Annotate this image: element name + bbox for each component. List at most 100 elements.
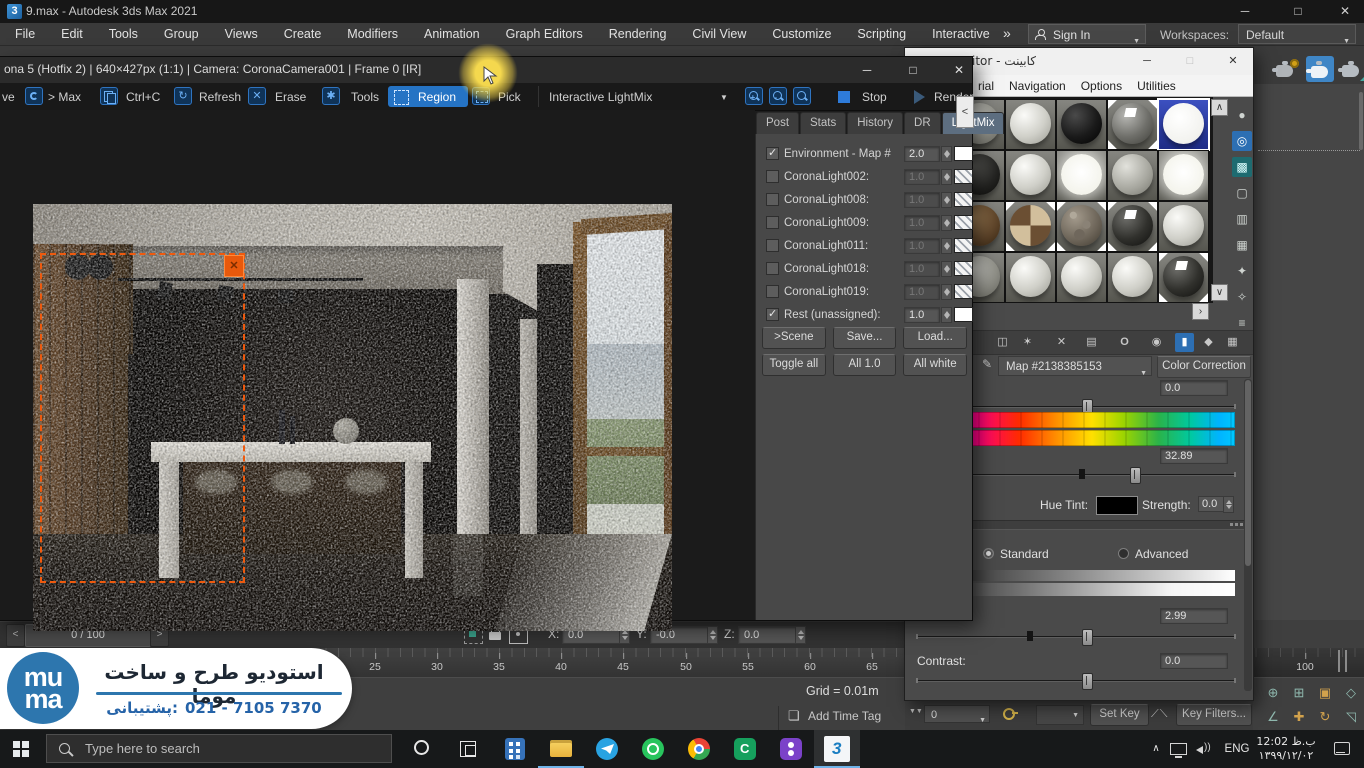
region-zoom-icon[interactable]: ∠ xyxy=(1262,706,1284,728)
close-button[interactable]: ✕ xyxy=(942,59,976,81)
select-by-material-icon[interactable]: ✧ xyxy=(1232,287,1252,307)
lightmix-spinner[interactable] xyxy=(941,261,952,277)
go-to-parent-icon[interactable]: ◆ xyxy=(1199,333,1218,352)
brightness-slider[interactable] xyxy=(917,636,1235,637)
notification-center-icon[interactable] xyxy=(1334,742,1350,755)
lightmix-intensity-field[interactable]: 2.0 xyxy=(904,146,940,162)
lightmix-button[interactable]: All white xyxy=(903,354,967,376)
y-spinner[interactable] xyxy=(707,626,718,644)
zoom-region-icon[interactable] xyxy=(793,87,811,105)
maximize-button[interactable]: □ xyxy=(896,59,930,81)
network-icon[interactable] xyxy=(1170,743,1187,755)
material-sample-slot[interactable] xyxy=(1057,100,1106,149)
close-button[interactable]: ✕ xyxy=(1216,50,1250,72)
material-sample-slot[interactable] xyxy=(1159,253,1208,302)
lightmix-color-swatch[interactable] xyxy=(954,307,973,322)
lightmix-checkbox[interactable] xyxy=(766,262,779,275)
copy-icon[interactable] xyxy=(100,87,118,105)
lightmix-checkbox[interactable] xyxy=(766,147,779,160)
material-sample-slot[interactable] xyxy=(1159,202,1208,251)
material-sample-slot[interactable] xyxy=(1108,253,1157,302)
taskbar-app-icon[interactable] xyxy=(400,730,446,768)
current-frame-field[interactable]: 0▼ xyxy=(924,705,990,723)
vfb-tab[interactable]: Stats xyxy=(800,112,846,134)
taskbar-app-icon[interactable] xyxy=(630,730,676,768)
material-sample-slot[interactable] xyxy=(1006,202,1055,251)
material-sample-slot[interactable] xyxy=(1108,151,1157,200)
lightmix-color-swatch[interactable] xyxy=(954,169,973,184)
menu-item[interactable]: Animation xyxy=(411,23,493,46)
slider-handle[interactable] xyxy=(1130,467,1141,484)
lightmix-color-swatch[interactable] xyxy=(954,146,973,161)
z-coordinate-field[interactable]: 0.0 xyxy=(738,626,801,644)
go-forward-to-sibling-icon[interactable]: ▦ xyxy=(1223,333,1242,352)
material-sample-slot[interactable] xyxy=(1108,202,1157,251)
menu-item[interactable]: rial xyxy=(978,79,994,93)
lightmix-checkbox[interactable] xyxy=(766,216,779,229)
vfb-tab[interactable]: Post xyxy=(756,112,799,134)
rollout-scrollbar[interactable] xyxy=(1244,379,1252,691)
backlight-icon[interactable]: ◎ xyxy=(1232,131,1252,151)
taskbar-app-icon[interactable] xyxy=(814,730,860,768)
lightmix-intensity-field[interactable]: 1.0 xyxy=(904,192,940,208)
menu-item[interactable]: Scripting xyxy=(844,23,919,46)
menu-item[interactable]: File xyxy=(2,23,48,46)
material-sample-slot[interactable] xyxy=(1159,151,1208,200)
tools-gear-icon[interactable]: ✱ xyxy=(322,87,340,105)
lightmix-checkbox[interactable] xyxy=(766,193,779,206)
taskbar-app-icon[interactable] xyxy=(538,730,584,768)
lightmix-intensity-field[interactable]: 1.0 xyxy=(904,169,940,185)
options-icon[interactable]: ✦ xyxy=(1232,261,1252,281)
hue-tint-color-swatch[interactable] xyxy=(1096,496,1138,515)
maximize-button[interactable]: □ xyxy=(1173,50,1207,72)
erase-button[interactable]: Erase xyxy=(275,90,306,104)
taskbar-app-icon[interactable] xyxy=(492,730,538,768)
lightmix-intensity-field[interactable]: 1.0 xyxy=(904,307,940,323)
render-setup-teapot-icon[interactable] xyxy=(1272,56,1300,82)
sign-in-button[interactable]: Sign In ▼ xyxy=(1028,24,1146,44)
language-indicator[interactable]: ENG xyxy=(1222,730,1252,768)
material-sample-slot[interactable] xyxy=(1057,253,1106,302)
lightmix-intensity-field[interactable]: 1.0 xyxy=(904,284,940,300)
saturation-field[interactable]: 32.89 xyxy=(1160,448,1228,464)
maximize-button[interactable]: □ xyxy=(1283,1,1313,21)
refresh-icon[interactable]: ↻ xyxy=(174,87,192,105)
material-id-channel-icon[interactable]: O xyxy=(1115,333,1134,352)
key-tangent-icons[interactable]: ⟋⟍ xyxy=(1151,708,1168,721)
zoom-all-icon[interactable]: ⊞ xyxy=(1288,682,1310,704)
sample-uv-tiling-icon[interactable]: ▢ xyxy=(1232,183,1252,203)
key-mode-dropdown[interactable]: ▼ xyxy=(1036,705,1084,725)
zoom-extents-icon[interactable]: ▣ xyxy=(1314,682,1336,704)
maximize-viewport-icon[interactable]: ◹ xyxy=(1340,706,1362,728)
zoom-out-icon[interactable]: - xyxy=(769,87,787,105)
copy-button[interactable]: Ctrl+C xyxy=(126,90,160,104)
lightmix-button[interactable]: >Scene xyxy=(762,327,826,349)
menu-item[interactable]: Tools xyxy=(96,23,151,46)
corona-logo-icon[interactable] xyxy=(25,87,43,105)
lightmix-color-swatch[interactable] xyxy=(954,215,973,230)
workspaces-dropdown[interactable]: Default ▼ xyxy=(1238,24,1356,44)
lightmix-button[interactable]: Load... xyxy=(903,327,967,349)
tools-button[interactable]: Tools xyxy=(351,90,379,104)
save-button[interactable]: ve xyxy=(2,90,15,104)
taskbar-app-icon[interactable] xyxy=(584,730,630,768)
erase-icon[interactable]: ✕ xyxy=(248,87,266,105)
lightmix-spinner[interactable] xyxy=(941,215,952,231)
material-sample-slot[interactable] xyxy=(1057,151,1106,200)
show-background-icon[interactable]: ◉ xyxy=(1147,333,1166,352)
menu-item[interactable]: Interactive xyxy=(919,23,1003,46)
material-sample-slot[interactable] xyxy=(1108,100,1157,149)
lightmix-button[interactable]: Toggle all xyxy=(762,354,826,376)
menu-item[interactable]: Create xyxy=(271,23,335,46)
slots-scroll-left-button[interactable]: < xyxy=(956,96,974,128)
slots-scroll-down-button[interactable]: ∨ xyxy=(1211,284,1228,301)
stop-button[interactable]: Stop xyxy=(862,90,887,104)
vfb-tab[interactable]: DR xyxy=(904,112,941,134)
menu-item[interactable]: Civil View xyxy=(679,23,759,46)
pick-material-eyedropper-icon[interactable]: ✎ xyxy=(982,357,992,371)
field-of-view-icon[interactable]: ◇ xyxy=(1340,682,1362,704)
taskbar-app-icon[interactable] xyxy=(446,730,492,768)
lightmix-spinner[interactable] xyxy=(941,192,952,208)
menu-item[interactable]: Edit xyxy=(48,23,96,46)
taskbar-app-icon[interactable] xyxy=(676,730,722,768)
